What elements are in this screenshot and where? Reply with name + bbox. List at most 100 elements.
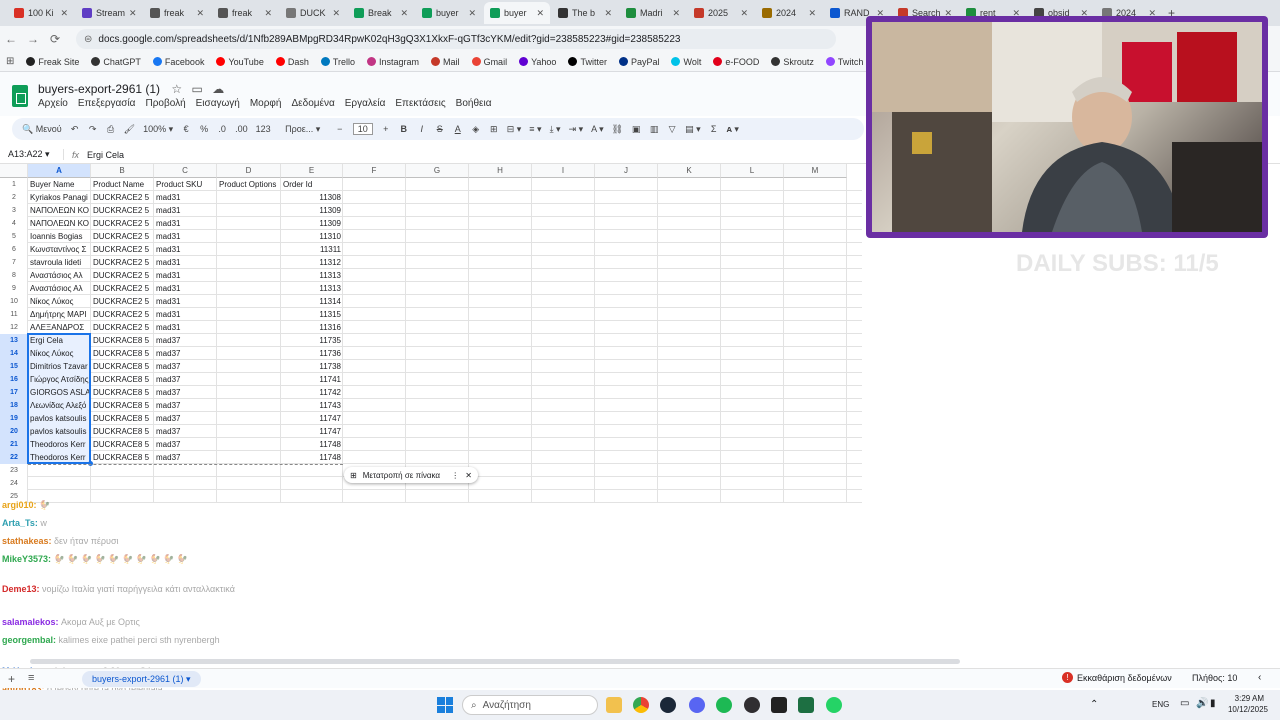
link-icon[interactable]: ⛓ — [612, 124, 623, 135]
row-header[interactable]: 9 — [0, 282, 28, 295]
table-cell[interactable]: stavroula lideti — [28, 256, 91, 269]
table-cell[interactable]: DUCKRACE2 5 — [91, 191, 154, 204]
horizontal-scrollbar[interactable] — [30, 659, 960, 664]
table-cell[interactable]: 11742 — [281, 386, 343, 399]
table-cell[interactable]: DUCKRACE8 5 — [91, 438, 154, 451]
table-cell[interactable]: mad31 — [154, 282, 217, 295]
bookmark-item[interactable]: YouTube — [216, 57, 264, 67]
doc-title[interactable]: buyers-export-2961 (1) ☆ ▭ ☁ — [38, 82, 224, 96]
column-header[interactable]: M — [784, 164, 847, 178]
row-header[interactable]: 14 — [0, 347, 28, 360]
table-cell[interactable]: DUCKRACE8 5 — [91, 412, 154, 425]
site-info-icon[interactable]: ⊜ — [84, 34, 92, 45]
table-cell[interactable]: DUCKRACE8 5 — [91, 386, 154, 399]
column-header[interactable]: E — [281, 164, 343, 178]
row-header[interactable]: 1 — [0, 178, 28, 191]
menu-item[interactable]: Εισαγωγή — [196, 98, 240, 109]
input-tools-icon[interactable]: ᴀ ▾ — [727, 124, 739, 135]
table-cell[interactable]: DUCKRACE8 5 — [91, 373, 154, 386]
table-cell[interactable]: DUCKRACE2 5 — [91, 230, 154, 243]
currency-button[interactable]: € — [181, 124, 191, 134]
column-header[interactable]: K — [658, 164, 721, 178]
formula-input[interactable]: Ergi Cela — [87, 150, 124, 160]
volume-icon[interactable]: 🔊 — [1196, 698, 1208, 709]
table-cell[interactable]: 11747 — [281, 412, 343, 425]
table-cell[interactable]: mad31 — [154, 217, 217, 230]
convert-to-table-chip[interactable]: ⊞ Μετατροπή σε πίνακα ⋮ ✕ — [344, 467, 478, 483]
table-cell[interactable]: 11310 — [281, 230, 343, 243]
add-sheet-icon[interactable]: + — [8, 672, 15, 686]
bookmark-item[interactable]: Wolt — [671, 57, 701, 67]
table-cell[interactable]: DUCKRACE2 5 — [91, 321, 154, 334]
bookmark-item[interactable]: Instagram — [367, 57, 419, 67]
row-header[interactable]: 4 — [0, 217, 28, 230]
table-cell[interactable]: Κωνσταντίνος Σ — [28, 243, 91, 256]
bookmark-item[interactable]: Twitter — [568, 57, 607, 67]
row-header[interactable]: 3 — [0, 204, 28, 217]
browser-tab[interactable]: 100 Ki ✕ — [8, 2, 74, 24]
fill-color-icon[interactable]: ◈ — [471, 124, 481, 135]
select-all-corner[interactable] — [0, 164, 28, 178]
wrap-icon[interactable]: ⇥ ▾ — [569, 124, 584, 135]
tab-close-icon[interactable]: ✕ — [604, 8, 612, 19]
text-color-icon[interactable]: A — [453, 124, 463, 134]
convert-to-table-label[interactable]: Μετατροπή σε πίνακα — [363, 471, 440, 480]
table-cell[interactable]: DUCKRACE8 5 — [91, 425, 154, 438]
menu-item[interactable]: Προβολή — [145, 98, 185, 109]
table-cell[interactable]: 11736 — [281, 347, 343, 360]
menu-item[interactable]: Εργαλεία — [345, 98, 386, 109]
more-formats-button[interactable]: 123 — [256, 124, 271, 134]
table-cell[interactable]: ΝΑΠΟΛΕΩΝ ΚΟ — [28, 217, 91, 230]
all-sheets-icon[interactable]: ≡ — [28, 672, 34, 684]
column-header[interactable]: I — [532, 164, 595, 178]
table-cell[interactable]: 11315 — [281, 308, 343, 321]
table-cell[interactable]: Νίκος Λύκος — [28, 295, 91, 308]
move-folder-icon[interactable]: ▭ — [192, 82, 203, 96]
count-summary[interactable]: Πλήθος: 10 — [1192, 673, 1237, 683]
table-cell[interactable]: mad31 — [154, 308, 217, 321]
doc-title-text[interactable]: buyers-export-2961 (1) — [38, 82, 160, 96]
column-header[interactable]: H — [469, 164, 532, 178]
table-cell[interactable]: DUCKRACE2 5 — [91, 256, 154, 269]
column-header[interactable]: B — [91, 164, 154, 178]
table-cell[interactable]: Product SKU — [154, 178, 217, 191]
decrease-font-size-icon[interactable]: − — [335, 124, 345, 134]
decrease-decimal-button[interactable]: .0 — [217, 124, 227, 134]
bookmark-item[interactable]: Skroutz — [771, 57, 814, 67]
menu-item[interactable]: Επεξεργασία — [78, 98, 136, 109]
table-cell[interactable]: 11312 — [281, 256, 343, 269]
row-header[interactable]: 18 — [0, 399, 28, 412]
bookmark-item[interactable]: Freak Site — [26, 57, 79, 67]
rotate-icon[interactable]: A ▾ — [591, 124, 604, 135]
menu-item[interactable]: Δεδομένα — [291, 98, 334, 109]
table-cell[interactable]: mad37 — [154, 347, 217, 360]
table-cell[interactable]: mad31 — [154, 191, 217, 204]
table-cell[interactable]: DUCKRACE8 5 — [91, 360, 154, 373]
browser-tab[interactable]: buyer ✕ — [416, 2, 482, 24]
tab-close-icon[interactable]: ✕ — [672, 8, 680, 19]
browser-tab[interactable]: 2024 ✕ — [756, 2, 822, 24]
percent-button[interactable]: % — [199, 124, 209, 134]
table-cell[interactable]: Ioannis Bogias — [28, 230, 91, 243]
table-cell[interactable]: DUCKRACE2 5 — [91, 308, 154, 321]
more-options-icon[interactable]: ⋮ — [451, 471, 459, 480]
sheet-tab-label[interactable]: buyers-export-2961 (1) — [92, 674, 184, 684]
merge-cells-icon[interactable]: ⊟ ▾ — [507, 124, 522, 135]
increase-decimal-button[interactable]: .00 — [235, 124, 248, 134]
table-cell[interactable]: mad31 — [154, 256, 217, 269]
comment-icon[interactable]: ▣ — [631, 124, 641, 135]
table-cell[interactable]: 11308 — [281, 191, 343, 204]
table-cell[interactable]: mad37 — [154, 399, 217, 412]
table-cell[interactable]: mad31 — [154, 204, 217, 217]
table-cell[interactable]: 11313 — [281, 282, 343, 295]
row-header[interactable]: 13 — [0, 334, 28, 347]
apps-grid-icon[interactable]: ⊞ — [6, 56, 14, 67]
chrome-icon[interactable] — [633, 697, 649, 713]
table-cell[interactable]: Kyriakos Panagi — [28, 191, 91, 204]
bookmark-item[interactable]: Yahoo — [519, 57, 556, 67]
table-cell[interactable]: mad31 — [154, 295, 217, 308]
table-cell[interactable]: DUCKRACE2 5 — [91, 204, 154, 217]
reload-icon[interactable]: ⟳ — [44, 32, 66, 46]
table-cell[interactable]: 11316 — [281, 321, 343, 334]
explore-icon[interactable]: ‹ — [1258, 672, 1261, 683]
